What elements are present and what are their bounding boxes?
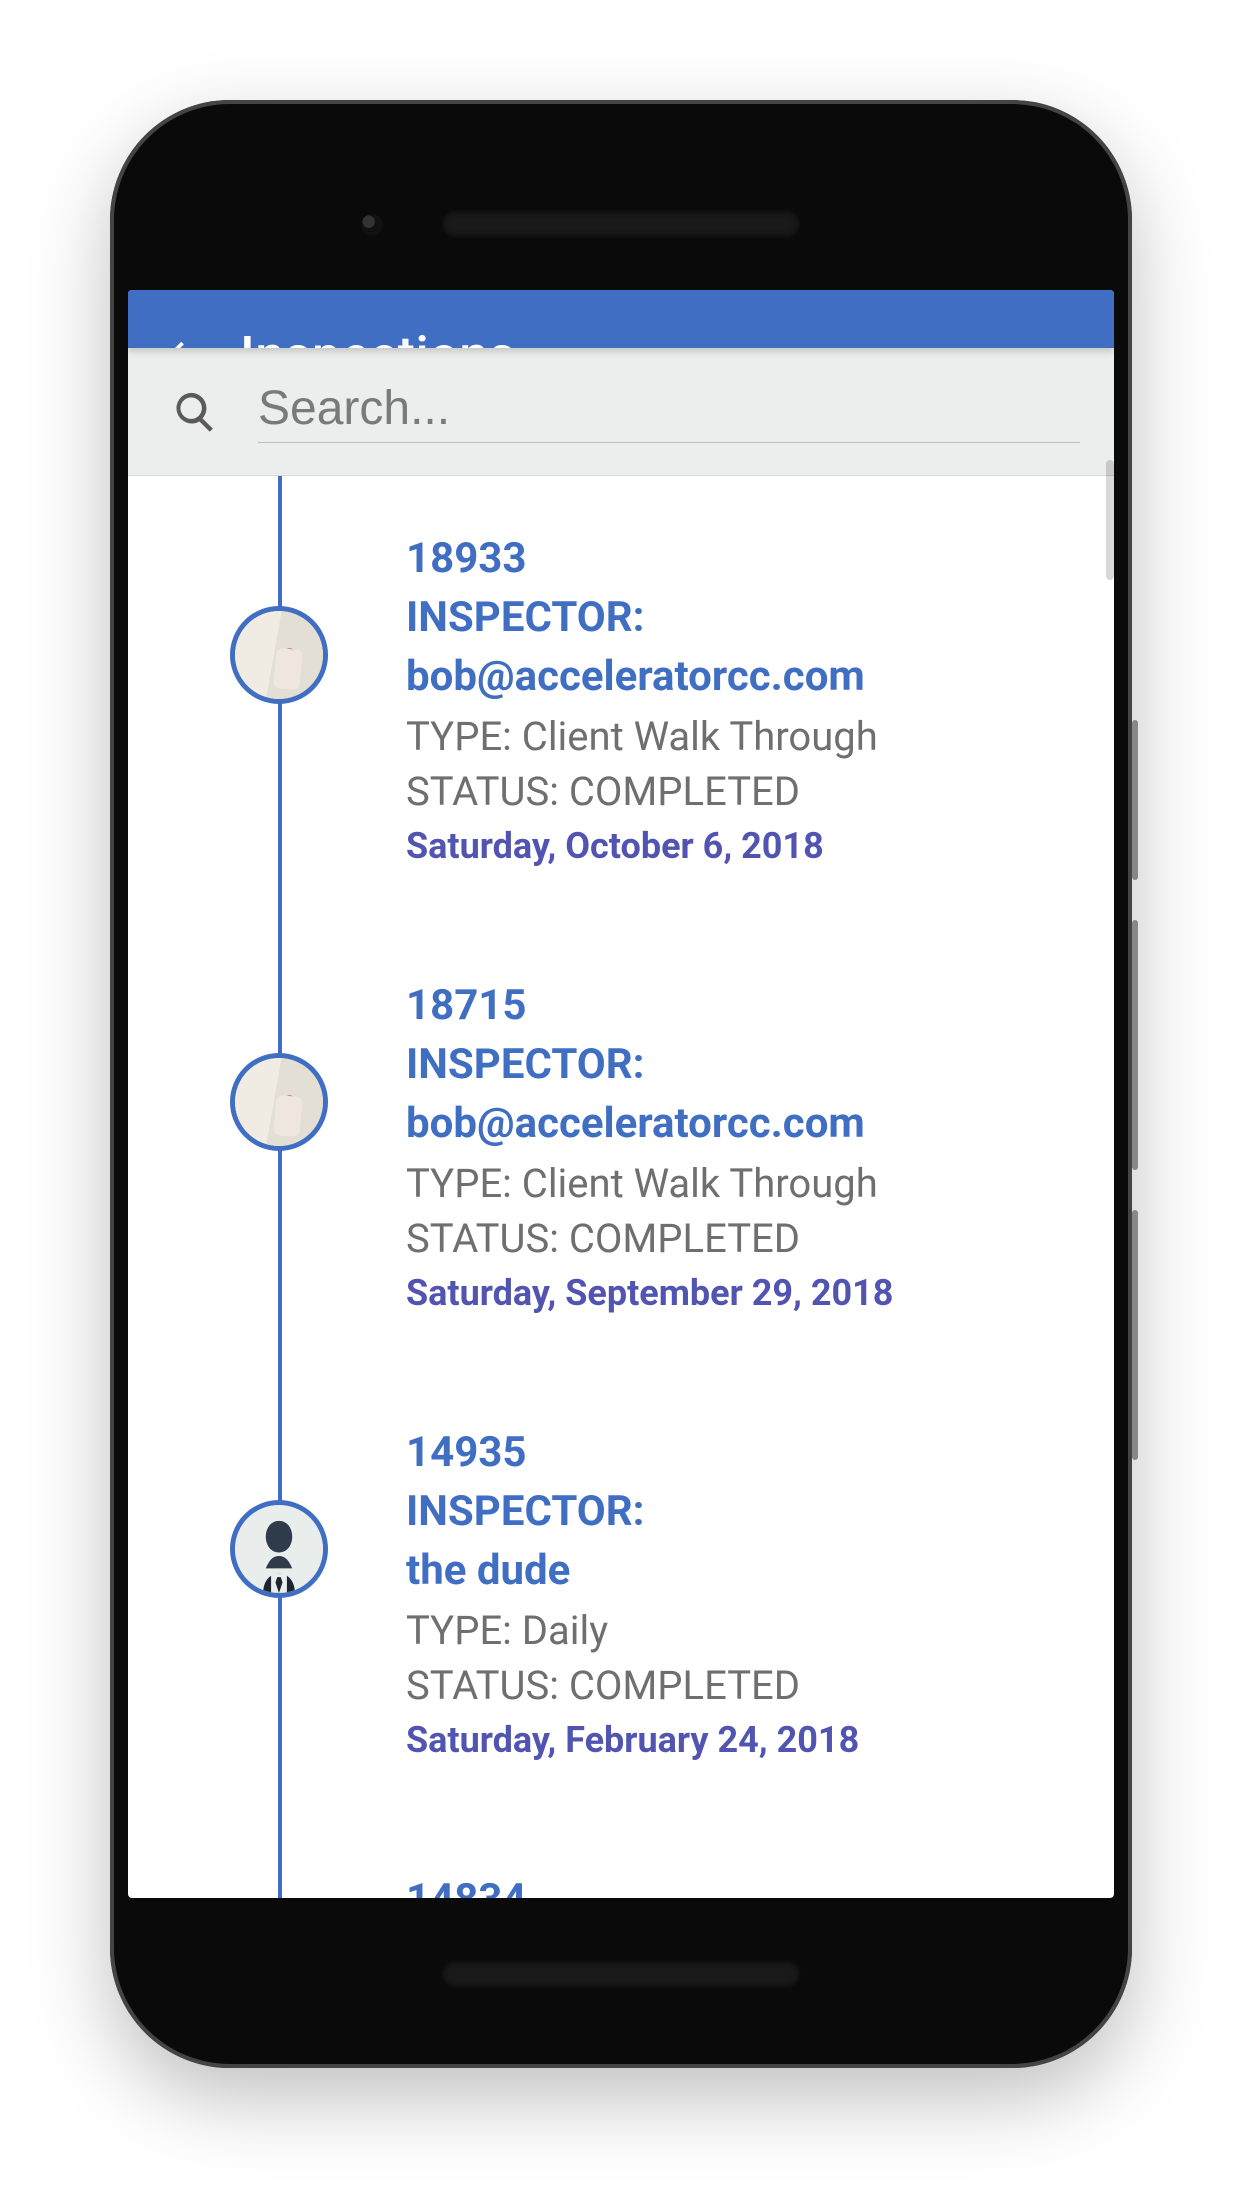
inspector-value: bob@acceleratorcc.com	[406, 652, 1074, 701]
inspection-status: STATUS: COMPLETED	[406, 1215, 1074, 1262]
search-input[interactable]	[258, 381, 1080, 443]
inspection-list[interactable]: 18933 INSPECTOR: bob@acceleratorcc.com T…	[128, 476, 1114, 1898]
phone-speaker-bottom	[441, 1960, 801, 1988]
phone-frame: Inspections 18933 INSPECTOR: bob@acceler…	[110, 100, 1132, 2068]
inspection-status: STATUS: COMPLETED	[406, 768, 1074, 815]
avatar[interactable]	[230, 606, 328, 704]
inspection-type: TYPE: Client Walk Through	[406, 713, 1074, 760]
phone-side-button	[1132, 1210, 1138, 1460]
app-screen: Inspections 18933 INSPECTOR: bob@acceler…	[128, 290, 1114, 1898]
inspection-type: TYPE: Client Walk Through	[406, 1160, 1074, 1207]
inspector-label: INSPECTOR:	[406, 1487, 1074, 1536]
phone-side-button	[1132, 720, 1138, 880]
inspector-label: INSPECTOR:	[406, 1040, 1074, 1089]
inspection-type: TYPE: Daily	[406, 1607, 1074, 1654]
list-item[interactable]: 18933 INSPECTOR: bob@acceleratorcc.com T…	[128, 476, 1114, 923]
list-item[interactable]: 14834 INSPECTOR: TYPE: STATUS:	[128, 1817, 1114, 1898]
app-bar: Inspections	[128, 290, 1114, 348]
inspection-status: STATUS: COMPLETED	[406, 1662, 1074, 1709]
phone-camera	[361, 214, 383, 236]
person-icon	[235, 1505, 323, 1593]
avatar[interactable]	[230, 1500, 328, 1598]
inspection-id: 18715	[406, 981, 1074, 1030]
list-item[interactable]: 18715 INSPECTOR: bob@acceleratorcc.com T…	[128, 923, 1114, 1370]
device-stage: Inspections 18933 INSPECTOR: bob@acceler…	[0, 0, 1242, 2208]
inspection-id: 14935	[406, 1428, 1074, 1477]
page-title: Inspections	[240, 330, 516, 348]
scroll-indicator[interactable]	[1106, 460, 1114, 580]
avatar[interactable]	[230, 1053, 328, 1151]
inspector-label: INSPECTOR:	[406, 593, 1074, 642]
search-bar[interactable]	[128, 348, 1114, 476]
phone-speaker-top	[441, 210, 801, 238]
inspector-value: the dude	[406, 1546, 1074, 1595]
inspector-value: bob@acceleratorcc.com	[406, 1099, 1074, 1148]
inspection-date: Saturday, October 6, 2018	[406, 825, 1074, 867]
search-icon	[172, 389, 218, 435]
list-item[interactable]: 14935 INSPECTOR: the dude TYPE: Daily ST…	[128, 1370, 1114, 1817]
phone-side-button	[1132, 920, 1138, 1170]
inspection-id: 14834	[406, 1875, 1074, 1898]
inspection-date: Saturday, February 24, 2018	[406, 1719, 1074, 1761]
inspection-date: Saturday, September 29, 2018	[406, 1272, 1074, 1314]
back-button[interactable]	[152, 330, 200, 348]
chevron-left-icon	[155, 333, 197, 348]
inspection-id: 18933	[406, 534, 1074, 583]
